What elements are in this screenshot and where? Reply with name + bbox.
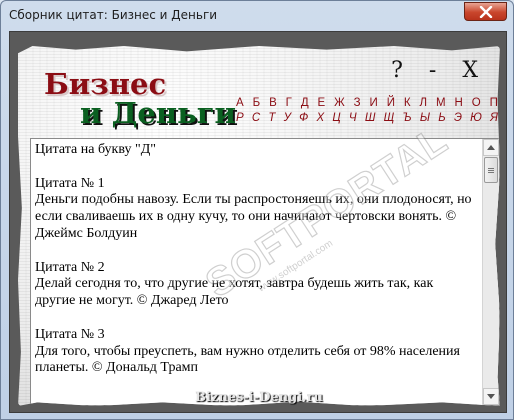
app-controls: ? - X [391, 60, 478, 82]
paper-background: Бизнес и Деньги ? - X АБВГДЕЖЗИЙКЛМНОП Р… [18, 46, 500, 406]
quotes-textbox[interactable]: Цитата на букву "Д" Цитата № 1 Деньги под… [30, 117, 500, 406]
letter-link[interactable]: Ч [349, 111, 357, 126]
window-title: Сборник цитат: Бизнес и Деньги [9, 8, 218, 22]
letter-link[interactable]: В [269, 96, 277, 111]
close-icon [479, 5, 492, 18]
letter-link[interactable]: З [354, 96, 361, 111]
scroll-thumb[interactable] [484, 157, 498, 183]
letter-link[interactable]: Э [454, 111, 462, 126]
letter-link[interactable]: С [252, 111, 260, 126]
quotes-heading: Цитата на букву "Д" [35, 142, 156, 157]
letter-link[interactable]: Х [316, 111, 324, 126]
letter-link[interactable]: Б [253, 96, 261, 111]
letter-link[interactable]: М [436, 96, 446, 111]
letter-link[interactable]: Л [420, 96, 428, 111]
letter-link[interactable]: Ы [420, 111, 430, 126]
letter-link[interactable]: П [490, 96, 498, 111]
vertical-scrollbar[interactable] [482, 139, 499, 405]
quote-number: Цитата № 2 [35, 259, 105, 275]
quote-list: Цитата № 1 Деньги подобны навозу. Если ты… [35, 176, 476, 378]
letter-link[interactable]: Р [236, 111, 244, 126]
letter-link[interactable]: К [404, 96, 411, 111]
quote-number: Цитата № 1 [35, 175, 105, 191]
quote-item: Цитата № 2 Делай сегодня то, что другие н… [35, 260, 476, 310]
thumb-grip [488, 172, 494, 173]
letter-link[interactable]: Г [286, 96, 292, 111]
letter-link[interactable]: Я [490, 111, 498, 126]
letter-link[interactable]: Й [387, 96, 395, 111]
app-close-button[interactable]: X [462, 60, 478, 82]
logo-line-1: Бизнес [44, 67, 167, 101]
thumb-grip [488, 168, 494, 169]
letter-link[interactable]: Ц [332, 111, 340, 126]
letter-link[interactable]: Т [268, 111, 275, 126]
app-window: Сборник цитат: Бизнес и Деньги Бизнес и … [0, 0, 514, 420]
letter-link[interactable]: Ф [299, 111, 308, 126]
arrow-up-icon [487, 145, 495, 150]
window-close-button[interactable] [464, 2, 507, 21]
letter-link[interactable]: Щ [384, 111, 395, 126]
scroll-up-button[interactable] [483, 139, 499, 156]
letter-link[interactable]: О [472, 96, 481, 111]
client-area: Бизнес и Деньги ? - X АБВГДЕЖЗИЙКЛМНОП Р… [9, 31, 507, 413]
title-bar[interactable]: Сборник цитат: Бизнес и Деньги [1, 1, 513, 29]
letter-link[interactable]: Е [318, 96, 326, 111]
alphabet-row-1: АБВГДЕЖЗИЙКЛМНОП [236, 96, 498, 111]
quote-number: Цитата № 3 [35, 326, 105, 342]
quote-text: Делай сегодня то, что другие не хотят, з… [35, 276, 434, 309]
letter-link[interactable]: Ъ [402, 111, 411, 126]
app-logo: Бизнес и Деньги [36, 66, 236, 128]
quote-item: Цитата № 1 Деньги подобны навозу. Если ты… [35, 176, 476, 243]
alphabet-index: АБВГДЕЖЗИЙКЛМНОП РСТУФХЦЧШЩЪЫЬЭЮЯ [236, 96, 498, 126]
quotes-content: Цитата на букву "Д" Цитата № 1 Деньги под… [35, 142, 476, 404]
quote-text: Для того, чтобы преуспеть, вам нужно отд… [35, 343, 460, 376]
alphabet-row-2: РСТУФХЦЧШЩЪЫЬЭЮЯ [236, 111, 498, 126]
letter-link[interactable]: Ь [438, 111, 446, 126]
letter-link[interactable]: Ю [470, 111, 482, 126]
minimize-button[interactable]: - [429, 60, 436, 82]
logo-line-2: и Деньги [80, 96, 237, 130]
letter-link[interactable]: А [236, 96, 244, 111]
letter-link[interactable]: Д [301, 96, 309, 111]
letter-link[interactable]: Н [455, 96, 463, 111]
letter-link[interactable]: И [370, 96, 378, 111]
quote-text: Деньги подобны навозу. Если ты распросто… [35, 192, 472, 241]
footer-site-link[interactable]: Biznes-i-Dengi.ru [10, 390, 506, 405]
letter-link[interactable]: Ж [334, 96, 345, 111]
letter-link[interactable]: Ш [365, 111, 376, 126]
help-button[interactable]: ? [391, 60, 403, 82]
letter-link[interactable]: У [284, 111, 291, 126]
thumb-grip [488, 170, 494, 171]
quote-item: Цитата № 3 Для того, чтобы преуспеть, вам… [35, 327, 476, 377]
